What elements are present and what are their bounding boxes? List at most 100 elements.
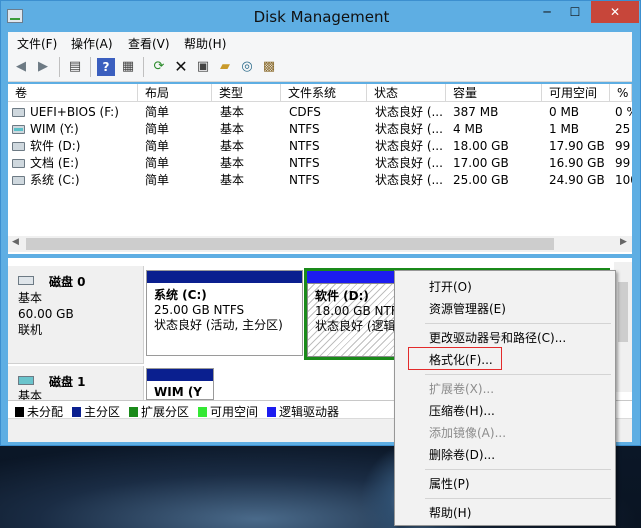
- refresh-icon[interactable]: ⟳: [150, 58, 168, 76]
- drive-icon: [12, 176, 25, 185]
- toolbar-separator: [90, 57, 91, 77]
- vertical-scrollbar[interactable]: [614, 262, 632, 392]
- drive-icon: [12, 142, 25, 151]
- menu-help[interactable]: 帮助(H): [184, 35, 226, 52]
- menu-item-shrink-volume[interactable]: 压缩卷(H)...: [429, 401, 495, 421]
- volume-layout: 简单: [145, 122, 170, 136]
- volume-filesystem: NTFS: [289, 156, 320, 170]
- close-button[interactable]: ✕: [591, 1, 639, 23]
- forward-icon[interactable]: ▶: [34, 58, 52, 76]
- volume-status: 状态良好 (...: [375, 122, 443, 136]
- volume-layout: 简单: [145, 156, 170, 170]
- legend-swatch: [72, 407, 81, 417]
- scroll-right-icon[interactable]: ▶: [620, 237, 627, 247]
- menu-item-open[interactable]: 打开(O): [429, 277, 472, 297]
- table-row[interactable]: 系统 (C:) 简单 基本 NTFS 状态良好 (... 25.00 GB 24…: [8, 172, 632, 189]
- volume-percent: 0 %: [615, 105, 632, 119]
- volume-capacity: 4 MB: [453, 122, 484, 136]
- console-icon[interactable]: ▦: [119, 58, 137, 76]
- volume-filesystem: NTFS: [289, 122, 320, 136]
- menu-item-help[interactable]: 帮助(H): [429, 503, 471, 523]
- table-row[interactable]: UEFI+BIOS (F:) 简单 基本 CDFS 状态良好 (... 387 …: [8, 104, 632, 121]
- legend-swatch: [267, 407, 276, 417]
- disk-info: 基本 60.00 GB 联机: [18, 290, 74, 338]
- partition-name: 系统 (C:): [154, 288, 207, 302]
- menu-separator: [425, 469, 611, 470]
- volume-layout: 简单: [145, 105, 170, 119]
- toolbar-separator: [143, 57, 144, 77]
- volume-free-space: 16.90 GB: [549, 156, 605, 170]
- menu-view[interactable]: 查看(V): [128, 35, 170, 52]
- horizontal-scrollbar[interactable]: ◀ ▶: [8, 236, 632, 252]
- column-header-layout[interactable]: 布局: [138, 84, 212, 102]
- column-header-free-space[interactable]: 可用空间: [542, 84, 610, 102]
- volume-type: 基本: [220, 156, 245, 170]
- volume-percent: 100: [615, 173, 632, 187]
- menu-item-delete-volume[interactable]: 删除卷(D)...: [429, 445, 495, 465]
- partition-size: 25.00 GB NTFS: [154, 303, 245, 317]
- partition-name: WIM (Y: [154, 385, 202, 399]
- volume-free-space: 24.90 GB: [549, 173, 605, 187]
- partition-name: 软件 (D:): [315, 289, 369, 303]
- menu-item-properties[interactable]: 属性(P): [429, 474, 470, 494]
- volume-name: 文档 (E:): [30, 156, 79, 170]
- scroll-left-icon[interactable]: ◀: [12, 237, 19, 247]
- menu-item-extend-volume[interactable]: 扩展卷(X)...: [429, 379, 494, 399]
- drive-icon: [12, 108, 25, 117]
- maximize-button[interactable]: ☐: [561, 1, 589, 23]
- table-row[interactable]: WIM (Y:) 简单 基本 NTFS 状态良好 (... 4 MB 1 MB …: [8, 121, 632, 138]
- menu-action[interactable]: 操作(A): [71, 35, 113, 52]
- help-icon[interactable]: ?: [97, 58, 115, 76]
- volume-name: WIM (Y:): [30, 122, 79, 136]
- legend-swatch: [198, 407, 207, 417]
- properties-list-icon[interactable]: ▤: [66, 58, 84, 76]
- menu-separator: [425, 374, 611, 375]
- volume-percent: 99: [615, 139, 631, 153]
- volume-capacity: 25.00 GB: [453, 173, 509, 187]
- volume-status: 状态良好 (...: [375, 139, 443, 153]
- disk-icon: [18, 376, 34, 385]
- column-header-filesystem[interactable]: 文件系统: [281, 84, 367, 102]
- volume-free-space: 17.90 GB: [549, 139, 605, 153]
- primary-partition-bar: [147, 369, 213, 381]
- legend-swatch: [129, 407, 138, 417]
- menu-item-explorer[interactable]: 资源管理器(E): [429, 299, 506, 319]
- volume-status: 状态良好 (...: [375, 173, 443, 187]
- volume-name: 系统 (C:): [30, 173, 80, 187]
- partition-system-c[interactable]: 系统 (C:) 25.00 GB NTFS 状态良好 (活动, 主分区): [146, 270, 303, 356]
- disk-icon: [18, 276, 34, 285]
- column-header-type[interactable]: 类型: [212, 84, 281, 102]
- drive-icon: [12, 159, 25, 168]
- menu-separator: [425, 323, 611, 324]
- properties-icon[interactable]: ▣: [194, 58, 212, 76]
- column-header-status[interactable]: 状态: [367, 84, 446, 102]
- menu-item-change-drive-letter[interactable]: 更改驱动器号和路径(C)...: [429, 328, 566, 348]
- menu-file[interactable]: 文件(F): [17, 35, 57, 52]
- volume-free-space: 0 MB: [549, 105, 580, 119]
- volume-filesystem: NTFS: [289, 173, 320, 187]
- delete-icon[interactable]: ✕: [172, 58, 190, 76]
- open-folder-icon[interactable]: ▰: [216, 58, 234, 76]
- volume-percent: 25: [615, 122, 631, 136]
- disk-0-label[interactable]: 磁盘 0 基本 60.00 GB 联机: [8, 266, 144, 364]
- menu-item-add-mirror[interactable]: 添加镜像(A)...: [429, 423, 506, 443]
- table-row[interactable]: 文档 (E:) 简单 基本 NTFS 状态良好 (... 17.00 GB 16…: [8, 155, 632, 172]
- column-header-percent[interactable]: %: [610, 84, 632, 102]
- column-header-capacity[interactable]: 容量: [446, 84, 542, 102]
- scrollbar-thumb[interactable]: [26, 238, 554, 250]
- partition-text: 系统 (C:) 25.00 GB NTFS 状态良好 (活动, 主分区): [147, 283, 302, 338]
- volume-filesystem: NTFS: [289, 139, 320, 153]
- settings-icon[interactable]: ▩: [260, 58, 278, 76]
- volume-free-space: 1 MB: [549, 122, 580, 136]
- volume-capacity: 18.00 GB: [453, 139, 509, 153]
- title-bar[interactable]: Disk Management ─ ☐ ✕: [1, 1, 640, 33]
- search-icon[interactable]: ◎: [238, 58, 256, 76]
- volume-status: 状态良好 (...: [375, 105, 443, 119]
- context-menu: 打开(O) 资源管理器(E) 更改驱动器号和路径(C)... 格式化(F)...…: [394, 270, 616, 526]
- partition-wim-y[interactable]: WIM (Y: [146, 368, 214, 400]
- table-row[interactable]: 软件 (D:) 简单 基本 NTFS 状态良好 (... 18.00 GB 17…: [8, 138, 632, 155]
- scrollbar-thumb[interactable]: [618, 282, 628, 342]
- column-header-volume[interactable]: 卷: [8, 84, 138, 102]
- minimize-button[interactable]: ─: [533, 1, 561, 23]
- back-icon[interactable]: ◀: [12, 58, 30, 76]
